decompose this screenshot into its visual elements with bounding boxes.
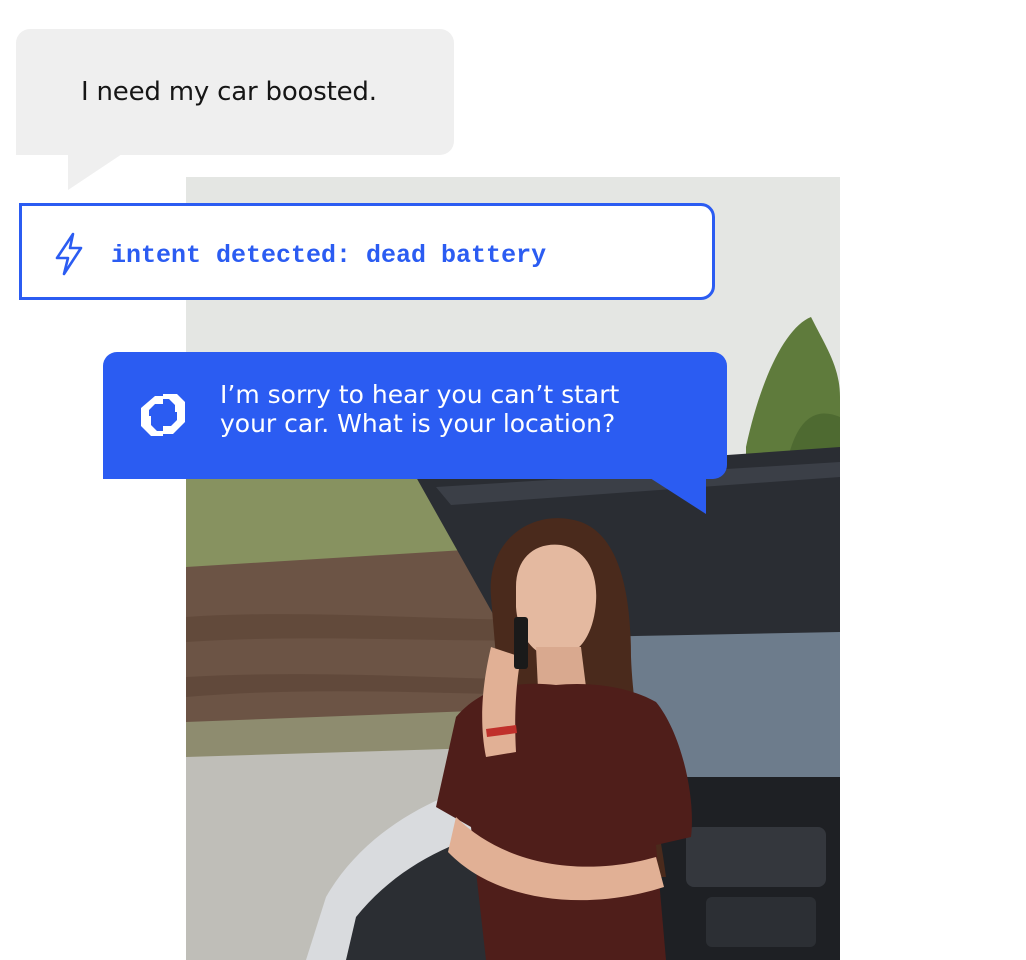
agent-message-tail xyxy=(650,478,706,514)
intent-detected-card: intent detected: dead battery xyxy=(19,203,715,300)
agent-message-text: I’m sorry to hear you can’t start your c… xyxy=(220,380,700,438)
user-message-text: I need my car boosted. xyxy=(81,77,377,107)
lightning-bolt-icon xyxy=(55,232,83,276)
brand-logo-icon xyxy=(141,394,185,436)
intent-detected-text: intent detected: dead battery xyxy=(111,241,547,270)
user-message-tail xyxy=(68,154,122,190)
user-message-bubble: I need my car boosted. xyxy=(16,29,454,155)
agent-message-line-2: your car. What is your location? xyxy=(220,409,616,438)
agent-message-line-1: I’m sorry to hear you can’t start xyxy=(220,380,620,409)
agent-message-bubble: I’m sorry to hear you can’t start your c… xyxy=(103,352,727,479)
